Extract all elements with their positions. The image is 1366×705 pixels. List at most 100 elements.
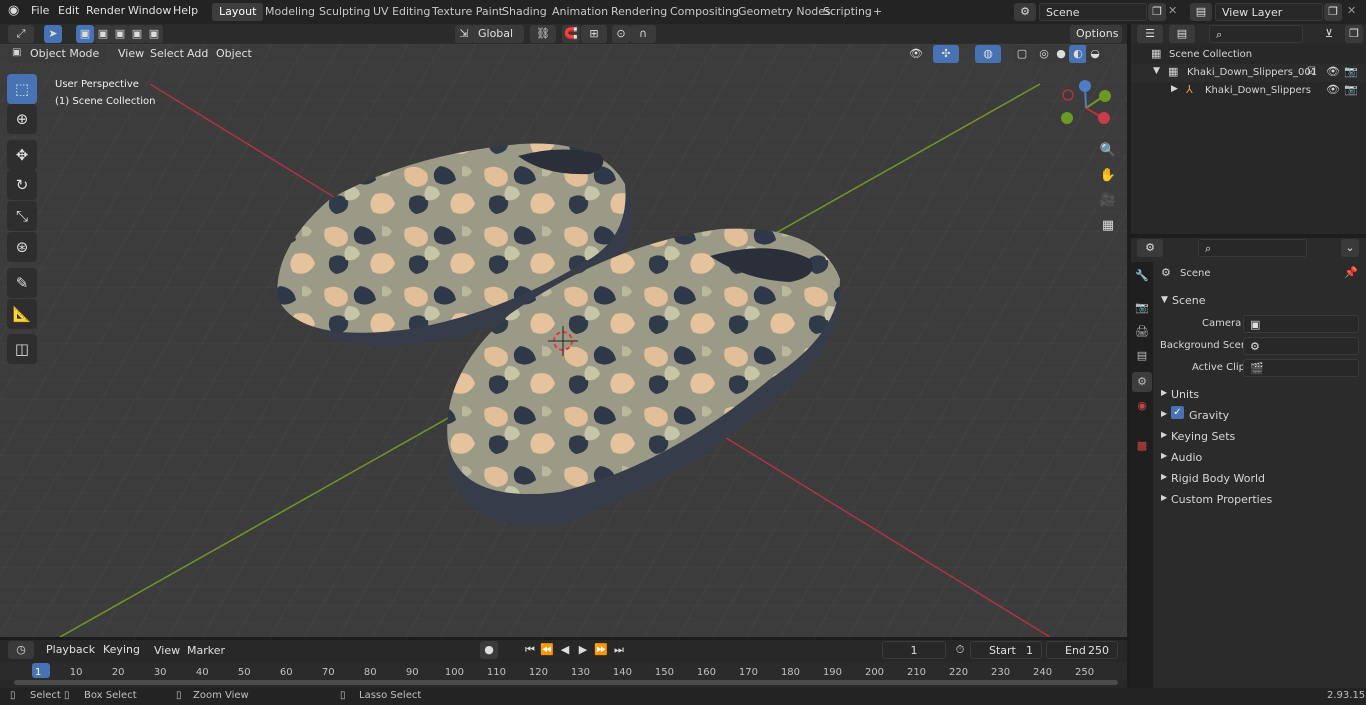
playback-dropdown[interactable]: Playback <box>40 641 98 659</box>
tab-layout[interactable]: Layout <box>212 3 264 21</box>
render-camera-icon[interactable]: 📷 <box>1344 83 1358 96</box>
annotate-tool-icon[interactable]: ✎ <box>7 268 37 298</box>
prev-keyframe-icon[interactable]: ⏪ <box>538 641 556 659</box>
outliner-row-object[interactable]: ▶ ⅄ Khaki_Down_Slippers 👁 📷 <box>1131 82 1366 100</box>
falloff-icon[interactable]: ∩ <box>630 25 656 43</box>
view-layer-tab-icon[interactable]: ▤ <box>1132 346 1152 366</box>
menu-edit[interactable]: Edit <box>58 4 79 17</box>
outliner-row-collection[interactable]: ▼ ▦ Khaki_Down_Slippers_001 ☑ 👁 📷 <box>1131 64 1366 82</box>
zoom-icon[interactable]: 🔍 <box>1097 140 1119 162</box>
panel-audio[interactable]: ▶ Audio <box>1155 447 1363 467</box>
remove-scene-icon[interactable]: ✕ <box>1168 4 1177 17</box>
jump-start-icon[interactable]: ⏮ <box>521 641 539 659</box>
stopwatch-icon[interactable]: ⏱ <box>951 641 969 659</box>
3d-viewport[interactable]: User Perspective (1) Scene Collection ⬚ … <box>0 44 1127 637</box>
shading-material-icon[interactable]: ◐ <box>1069 45 1087 63</box>
display-mode-icon[interactable]: ▤ <box>1169 25 1195 43</box>
cursor-tool-icon[interactable]: ⊕ <box>7 104 37 134</box>
viewport-menu-object[interactable]: Object <box>216 47 252 60</box>
tool-tab-icon[interactable]: 🔧 <box>1132 266 1152 286</box>
shading-wireframe-icon[interactable]: ◎ <box>1035 45 1053 63</box>
play-reverse-icon[interactable]: ◀ <box>556 641 574 659</box>
view-layer-icon[interactable]: ▤ <box>1190 3 1212 21</box>
outliner-search-input[interactable]: ⌕ <box>1209 25 1303 43</box>
current-frame-field[interactable]: 1 <box>882 641 946 659</box>
filter-icon[interactable]: ⊻ <box>1316 25 1342 43</box>
properties-search-input[interactable]: ⌕ <box>1198 239 1307 257</box>
play-icon[interactable]: ▶ <box>574 641 592 659</box>
view-layer-field[interactable]: View Layer <box>1215 3 1323 21</box>
move-tool-icon[interactable]: ✥ <box>7 140 37 170</box>
scene-tab-icon[interactable]: ⚙ <box>1132 372 1152 392</box>
mode-dropdown[interactable]: Object Mode <box>8 45 106 63</box>
menu-help[interactable]: Help <box>173 4 198 17</box>
eye-icon[interactable]: 👁 <box>1326 83 1340 96</box>
xray-icon[interactable]: ▢ <box>1013 45 1031 63</box>
panel-gravity[interactable]: ▶ ✓ Gravity <box>1155 405 1363 425</box>
remove-view-layer-icon[interactable]: ✕ <box>1347 4 1356 17</box>
panel-custom-properties[interactable]: ▶ Custom Properties <box>1155 489 1363 509</box>
outliner-row-root[interactable]: ▦ Scene Collection <box>1131 46 1366 64</box>
select-new-icon[interactable]: ▣ <box>76 25 94 43</box>
jump-end-icon[interactable]: ⏭ <box>610 641 628 659</box>
background-scene-field[interactable]: ⚙ <box>1243 337 1359 355</box>
proportional-edit-icon[interactable]: ⊙ <box>612 25 630 43</box>
orientation-dropdown[interactable]: Global <box>472 25 524 43</box>
new-scene-icon[interactable]: ❐ <box>1148 3 1166 21</box>
pivot-icon[interactable]: ⛓ <box>530 25 556 43</box>
timeline-scrollbar[interactable] <box>14 680 1118 685</box>
gizmo-icon[interactable]: ✣ <box>933 45 959 63</box>
output-tab-icon[interactable]: 🖨 <box>1132 322 1152 342</box>
new-view-layer-icon[interactable]: ❐ <box>1324 3 1342 21</box>
gravity-checkbox[interactable]: ✓ <box>1171 406 1184 419</box>
shading-rendered-icon[interactable]: ◒ <box>1086 45 1104 63</box>
snap-icon[interactable]: 🧲 <box>562 25 580 43</box>
menu-window[interactable]: Window <box>128 4 171 17</box>
overlay-icon[interactable]: ◍ <box>975 45 1001 63</box>
menu-file[interactable]: File <box>31 4 49 17</box>
viewport-menu-view[interactable]: View <box>118 47 144 60</box>
outliner-editor-icon[interactable]: ☰ <box>1137 25 1163 43</box>
add-cube-tool-icon[interactable]: ◫ <box>7 334 37 364</box>
editor-type-icon[interactable]: ⤢ <box>8 25 34 43</box>
scale-tool-icon[interactable]: ⤡ <box>7 201 37 231</box>
measure-tool-icon[interactable]: 📐 <box>7 299 37 329</box>
navigation-gizmo[interactable] <box>1058 78 1118 138</box>
texture-tab-icon[interactable]: ▩ <box>1132 436 1152 456</box>
panel-units[interactable]: ▶ Units <box>1155 384 1363 404</box>
pin-icon[interactable]: 📌 <box>1344 266 1358 279</box>
new-collection-icon[interactable]: ❐ <box>1345 25 1363 43</box>
select-invert-icon[interactable]: ▣ <box>128 25 146 43</box>
world-tab-icon[interactable]: ◉ <box>1132 396 1152 416</box>
next-keyframe-icon[interactable]: ⏩ <box>592 641 610 659</box>
select-box-tool-icon[interactable]: ⬚ <box>7 74 37 104</box>
rotate-tool-icon[interactable]: ↻ <box>7 170 37 200</box>
panel-keying-sets[interactable]: ▶ Keying Sets <box>1155 426 1363 446</box>
snap-target-icon[interactable]: ⊞ <box>581 25 607 43</box>
active-clip-field[interactable]: 🎬 <box>1243 359 1359 377</box>
eye-icon[interactable]: 👁 <box>1326 65 1340 78</box>
scene-icon[interactable]: ⚙ <box>1014 3 1036 21</box>
keying-dropdown[interactable]: Keying <box>97 641 145 659</box>
select-extend-icon[interactable]: ▣ <box>94 25 112 43</box>
expand-arrow-icon[interactable]: ▼ <box>1153 66 1160 76</box>
render-camera-icon[interactable]: 📷 <box>1344 65 1358 78</box>
camera-field[interactable]: ▣ <box>1243 315 1359 333</box>
panel-rigid-body[interactable]: ▶ Rigid Body World <box>1155 468 1363 488</box>
checkbox-icon[interactable]: ☑ <box>1307 66 1316 77</box>
menu-render[interactable]: Render <box>86 4 125 17</box>
viewport-menu-add[interactable]: Add <box>187 47 208 60</box>
viewport-canvas[interactable] <box>0 44 1127 637</box>
shading-solid-icon[interactable]: ● <box>1052 45 1070 63</box>
timeline-view-menu[interactable]: View <box>154 644 180 657</box>
select-tool-icon[interactable]: ➤ <box>44 25 62 43</box>
transform-tool-icon[interactable]: ⊛ <box>7 232 37 262</box>
section-expand-icon[interactable]: ▼ <box>1161 295 1168 305</box>
properties-editor-icon[interactable]: ⚙ <box>1137 239 1163 257</box>
start-frame-field[interactable]: Start 1 <box>970 641 1042 659</box>
pan-hand-icon[interactable]: ✋ <box>1097 165 1119 187</box>
add-workspace-button[interactable]: + <box>866 3 889 21</box>
timeline-marker-menu[interactable]: Marker <box>187 644 225 657</box>
viewport-menu-select[interactable]: Select <box>150 47 184 60</box>
camera-view-icon[interactable]: 🎥 <box>1097 190 1119 212</box>
